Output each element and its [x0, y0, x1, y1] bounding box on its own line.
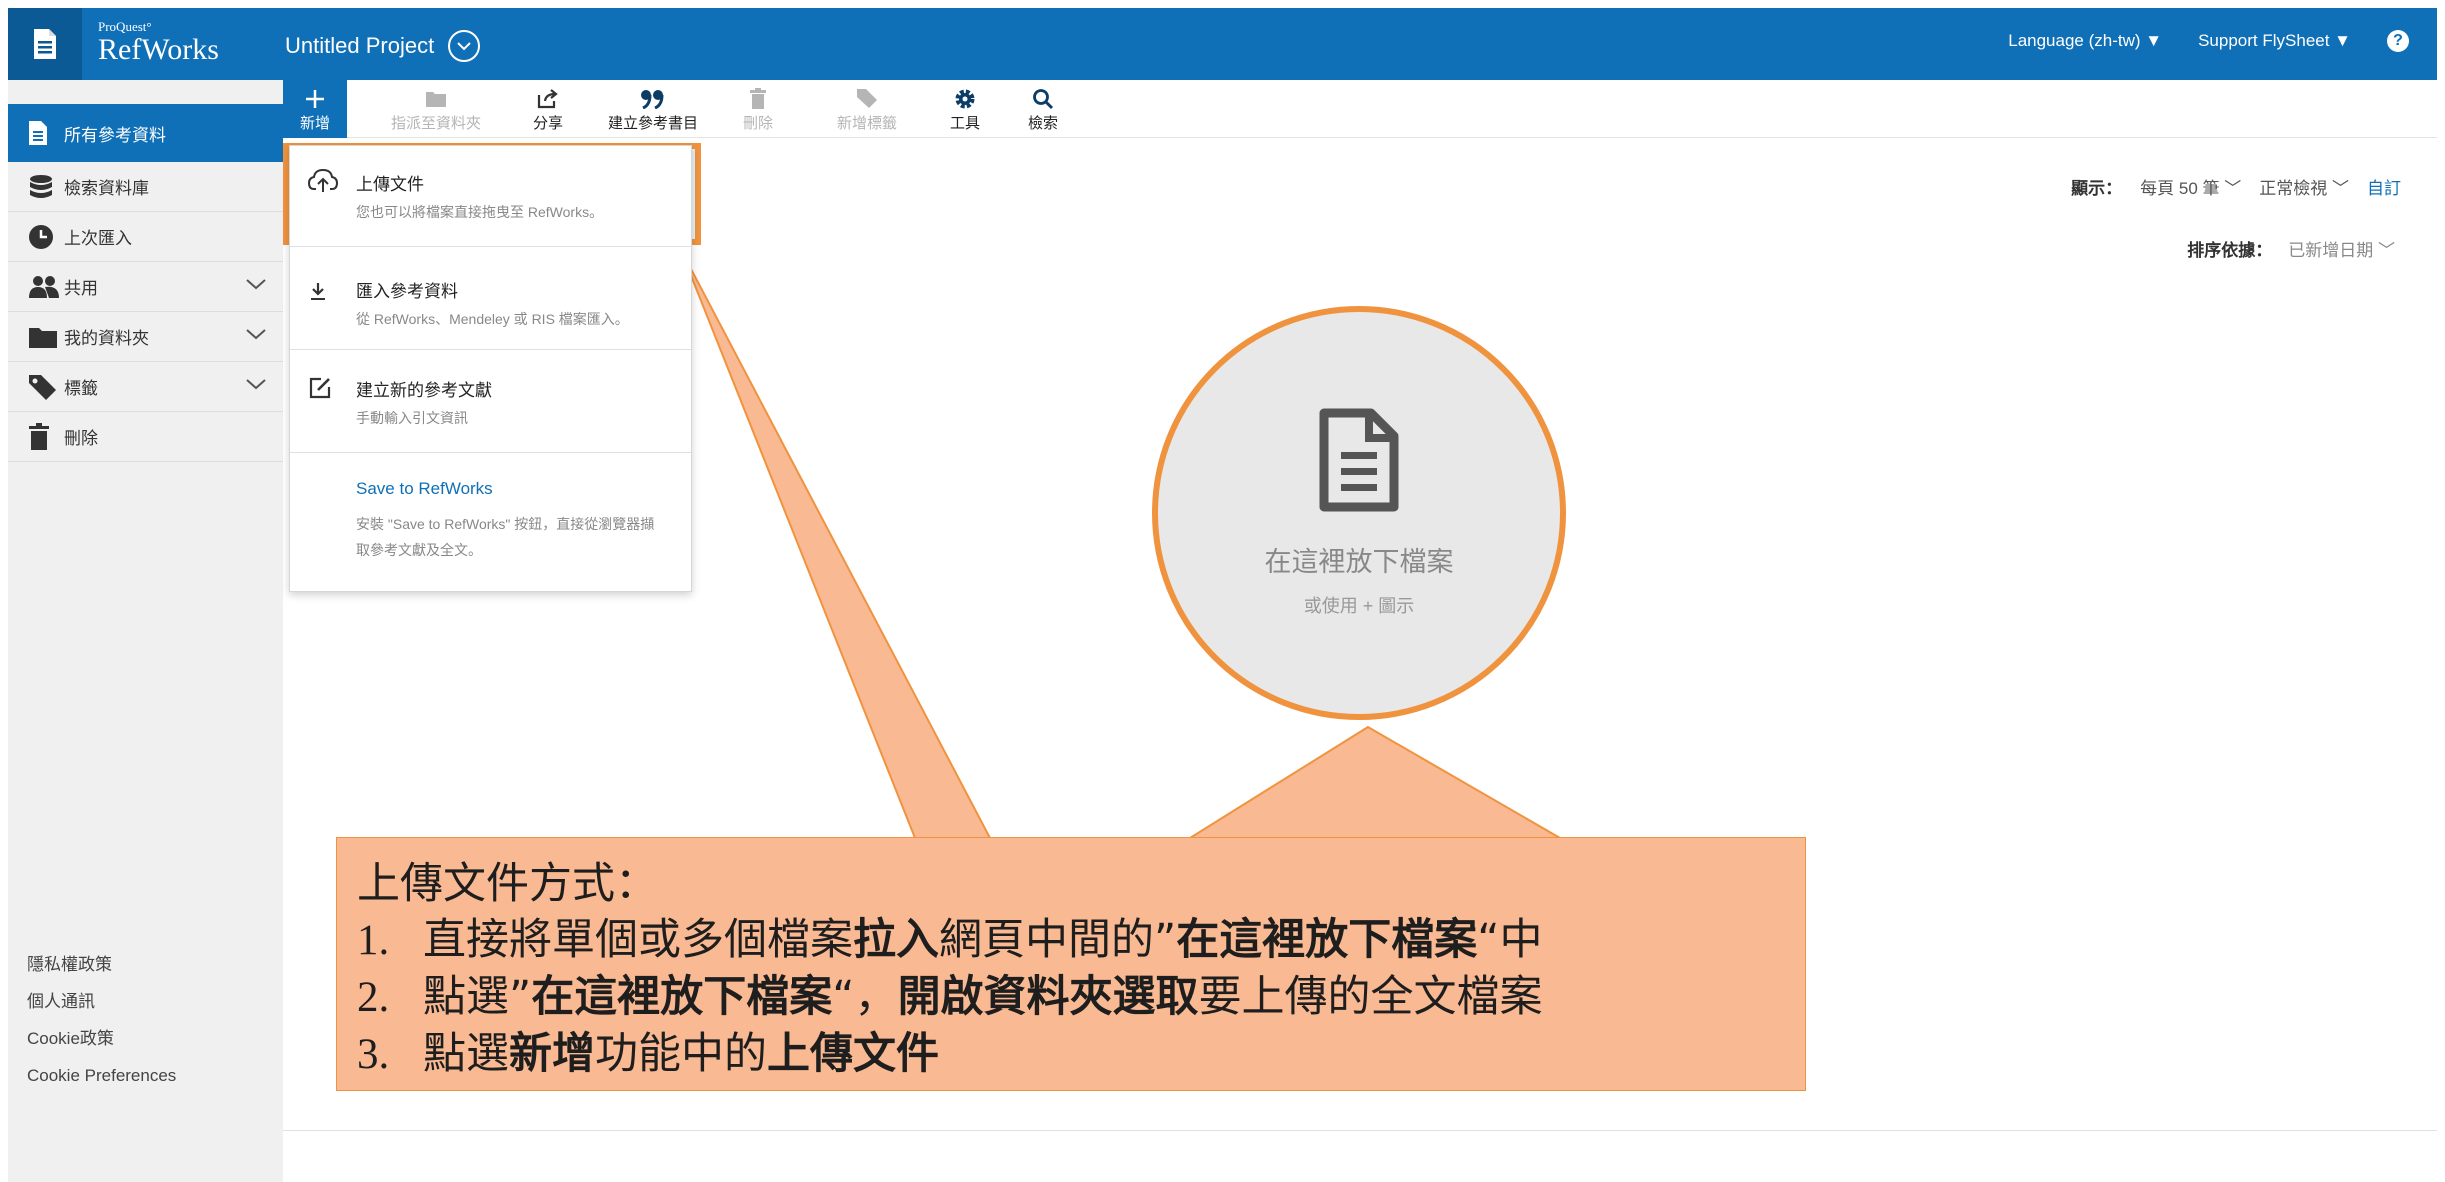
- dd-title: 匯入參考資料: [356, 282, 458, 301]
- create-reference-item[interactable]: 建立新的參考文獻 手動輸入引文資訊: [290, 350, 691, 450]
- dd-subtitle: 取參考文獻及全文。: [356, 542, 482, 558]
- dd-subtitle: 安裝 "Save to RefWorks" 按鈕，直接從瀏覽器擷: [356, 516, 655, 532]
- cloud-upload-icon: [307, 168, 339, 199]
- import-references-item[interactable]: 匯入參考資料 從 RefWorks、Mendeley 或 RIS 檔案匯入。: [290, 247, 691, 347]
- callout-line-3: 3. 點選新增功能中的上傳文件: [357, 1029, 939, 1079]
- save-to-refworks-item[interactable]: Save to RefWorks 安裝 "Save to RefWorks" 按…: [290, 453, 691, 591]
- edit-icon: [308, 376, 332, 405]
- download-icon: [308, 281, 328, 306]
- instruction-callout: 上傳文件方式： 1. 直接將單個或多個檔案拉入網頁中間的”在這裡放下檔案“中 2.…: [336, 837, 1806, 1091]
- callout-line-1: 1. 直接將單個或多個檔案拉入網頁中間的”在這裡放下檔案“中: [357, 915, 1543, 965]
- dd-subtitle: 手動輸入引文資訊: [356, 410, 468, 426]
- callout-line-2: 2. 點選”在這裡放下檔案“，開啟資料夾選取要上傳的全文檔案: [357, 972, 1543, 1022]
- dd-subtitle: 從 RefWorks、Mendeley 或 RIS 檔案匯入。: [356, 311, 629, 327]
- callout-heading: 上傳文件方式：: [357, 859, 658, 909]
- dd-title: Save to RefWorks: [356, 479, 493, 498]
- divider: [283, 1130, 2437, 1131]
- dd-subtitle: 您也可以將檔案直接拖曳至 RefWorks。: [356, 204, 604, 220]
- dd-title: 上傳文件: [356, 175, 424, 194]
- dd-title: 建立新的參考文獻: [356, 381, 492, 400]
- upload-document-item[interactable]: 上傳文件 您也可以將檔案直接拖曳至 RefWorks。: [290, 146, 691, 242]
- add-dropdown-menu: 上傳文件 您也可以將檔案直接拖曳至 RefWorks。 匯入參考資料 從 Ref…: [289, 145, 692, 592]
